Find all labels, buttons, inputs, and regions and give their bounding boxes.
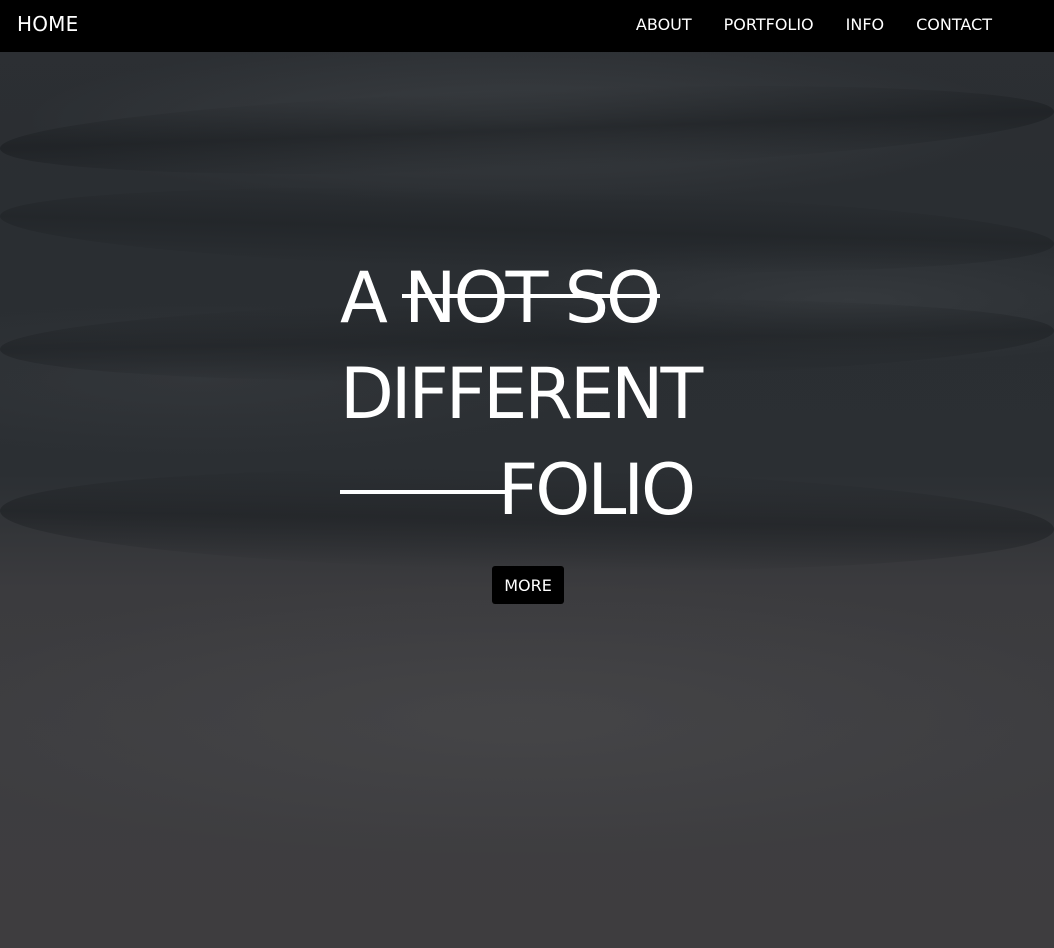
hero-headline: A NOT SO DIFFERENT FOLIO: [340, 250, 720, 538]
more-button[interactable]: MORE: [492, 566, 564, 604]
nav-link-about[interactable]: ABOUT: [636, 15, 692, 34]
headline-struck-text: NOT SO: [402, 250, 661, 346]
nav-link-portfolio[interactable]: PORTFOLIO: [724, 15, 814, 34]
headline-different: DIFFERENT: [340, 353, 703, 435]
wave-texture: [0, 71, 1054, 189]
nav-home-link[interactable]: HOME: [17, 12, 78, 36]
headline-line-1: A NOT SO: [340, 250, 720, 346]
nav-link-contact[interactable]: CONTACT: [916, 15, 992, 34]
headline-prefix: A: [340, 257, 388, 339]
nav-link-info[interactable]: INFO: [846, 15, 884, 34]
top-navbar: HOME ABOUT PORTFOLIO INFO CONTACT: [0, 0, 1054, 52]
headline-line-2: DIFFERENT: [340, 346, 720, 442]
headline-dash: [340, 490, 510, 494]
page: HOME ABOUT PORTFOLIO INFO CONTACT A NOT …: [0, 0, 1054, 948]
nav-links: ABOUT PORTFOLIO INFO CONTACT: [636, 15, 992, 34]
headline-folio: FOLIO: [498, 449, 696, 531]
headline-line-3: FOLIO: [340, 442, 720, 538]
